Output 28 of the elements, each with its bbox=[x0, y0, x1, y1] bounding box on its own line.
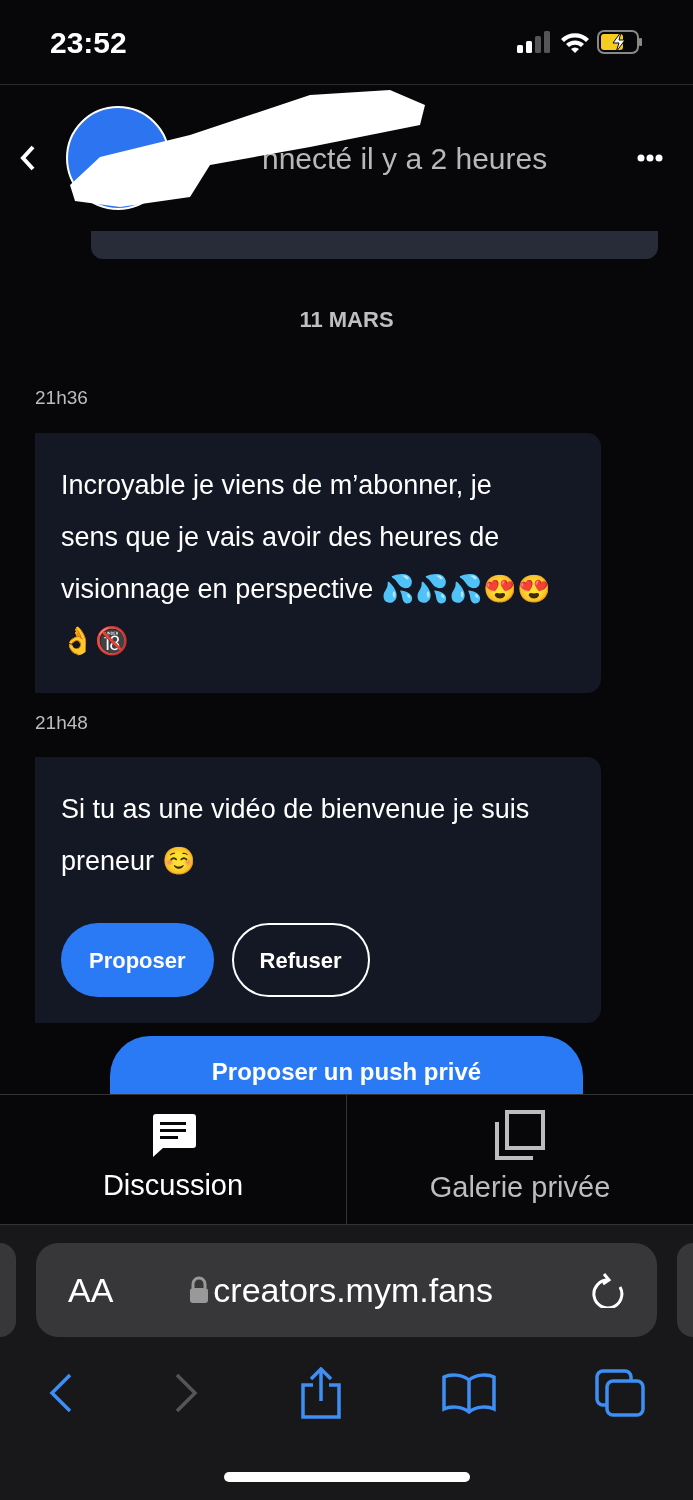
refuse-button[interactable]: Refuser bbox=[231, 923, 370, 997]
message-time: 21h36 bbox=[35, 386, 89, 410]
message-text: Incroyable je viens de m’abonner, je sens que je vais avoir des heures de visionnage en perspective 💦💦💦😍😍 👌🔞 bbox=[61, 468, 552, 658]
back-icon[interactable] bbox=[48, 1372, 74, 1414]
book-icon[interactable] bbox=[441, 1372, 496, 1414]
back-icon bbox=[20, 145, 36, 171]
date-separator: 11 MARS bbox=[298, 306, 395, 334]
address-bar[interactable]: AA creators.mym.fans bbox=[35, 1243, 657, 1337]
signal-icon bbox=[517, 31, 553, 53]
lock-icon bbox=[189, 1276, 210, 1304]
more-button[interactable] bbox=[637, 154, 663, 162]
tab[interactable]: Discussion bbox=[0, 1095, 346, 1224]
message-text: Si tu as une vidéo de bienvenue je suis preneur ☺ bbox=[61, 793, 531, 878]
tab[interactable]: Galerie privée bbox=[346, 1095, 693, 1224]
battery-icon bbox=[597, 30, 643, 54]
message-time: 21h48 bbox=[35, 710, 89, 735]
wifi-icon bbox=[561, 31, 589, 53]
share-icon[interactable] bbox=[298, 1367, 343, 1419]
url-text: creators.mym.fans bbox=[213, 1269, 493, 1311]
more-icon bbox=[637, 154, 663, 162]
propose-button[interactable]: Proposer bbox=[61, 923, 214, 997]
copy-icon bbox=[495, 1109, 545, 1160]
reload-icon[interactable] bbox=[591, 1272, 625, 1308]
tabs-icon[interactable] bbox=[595, 1369, 645, 1417]
text-size-button[interactable]: AA bbox=[67, 1264, 114, 1316]
push-button[interactable]: Proposer un push privé bbox=[110, 1036, 583, 1094]
online-status: nnecté il y a 2 heures bbox=[262, 140, 548, 177]
status-time: 23:52 bbox=[50, 24, 127, 61]
